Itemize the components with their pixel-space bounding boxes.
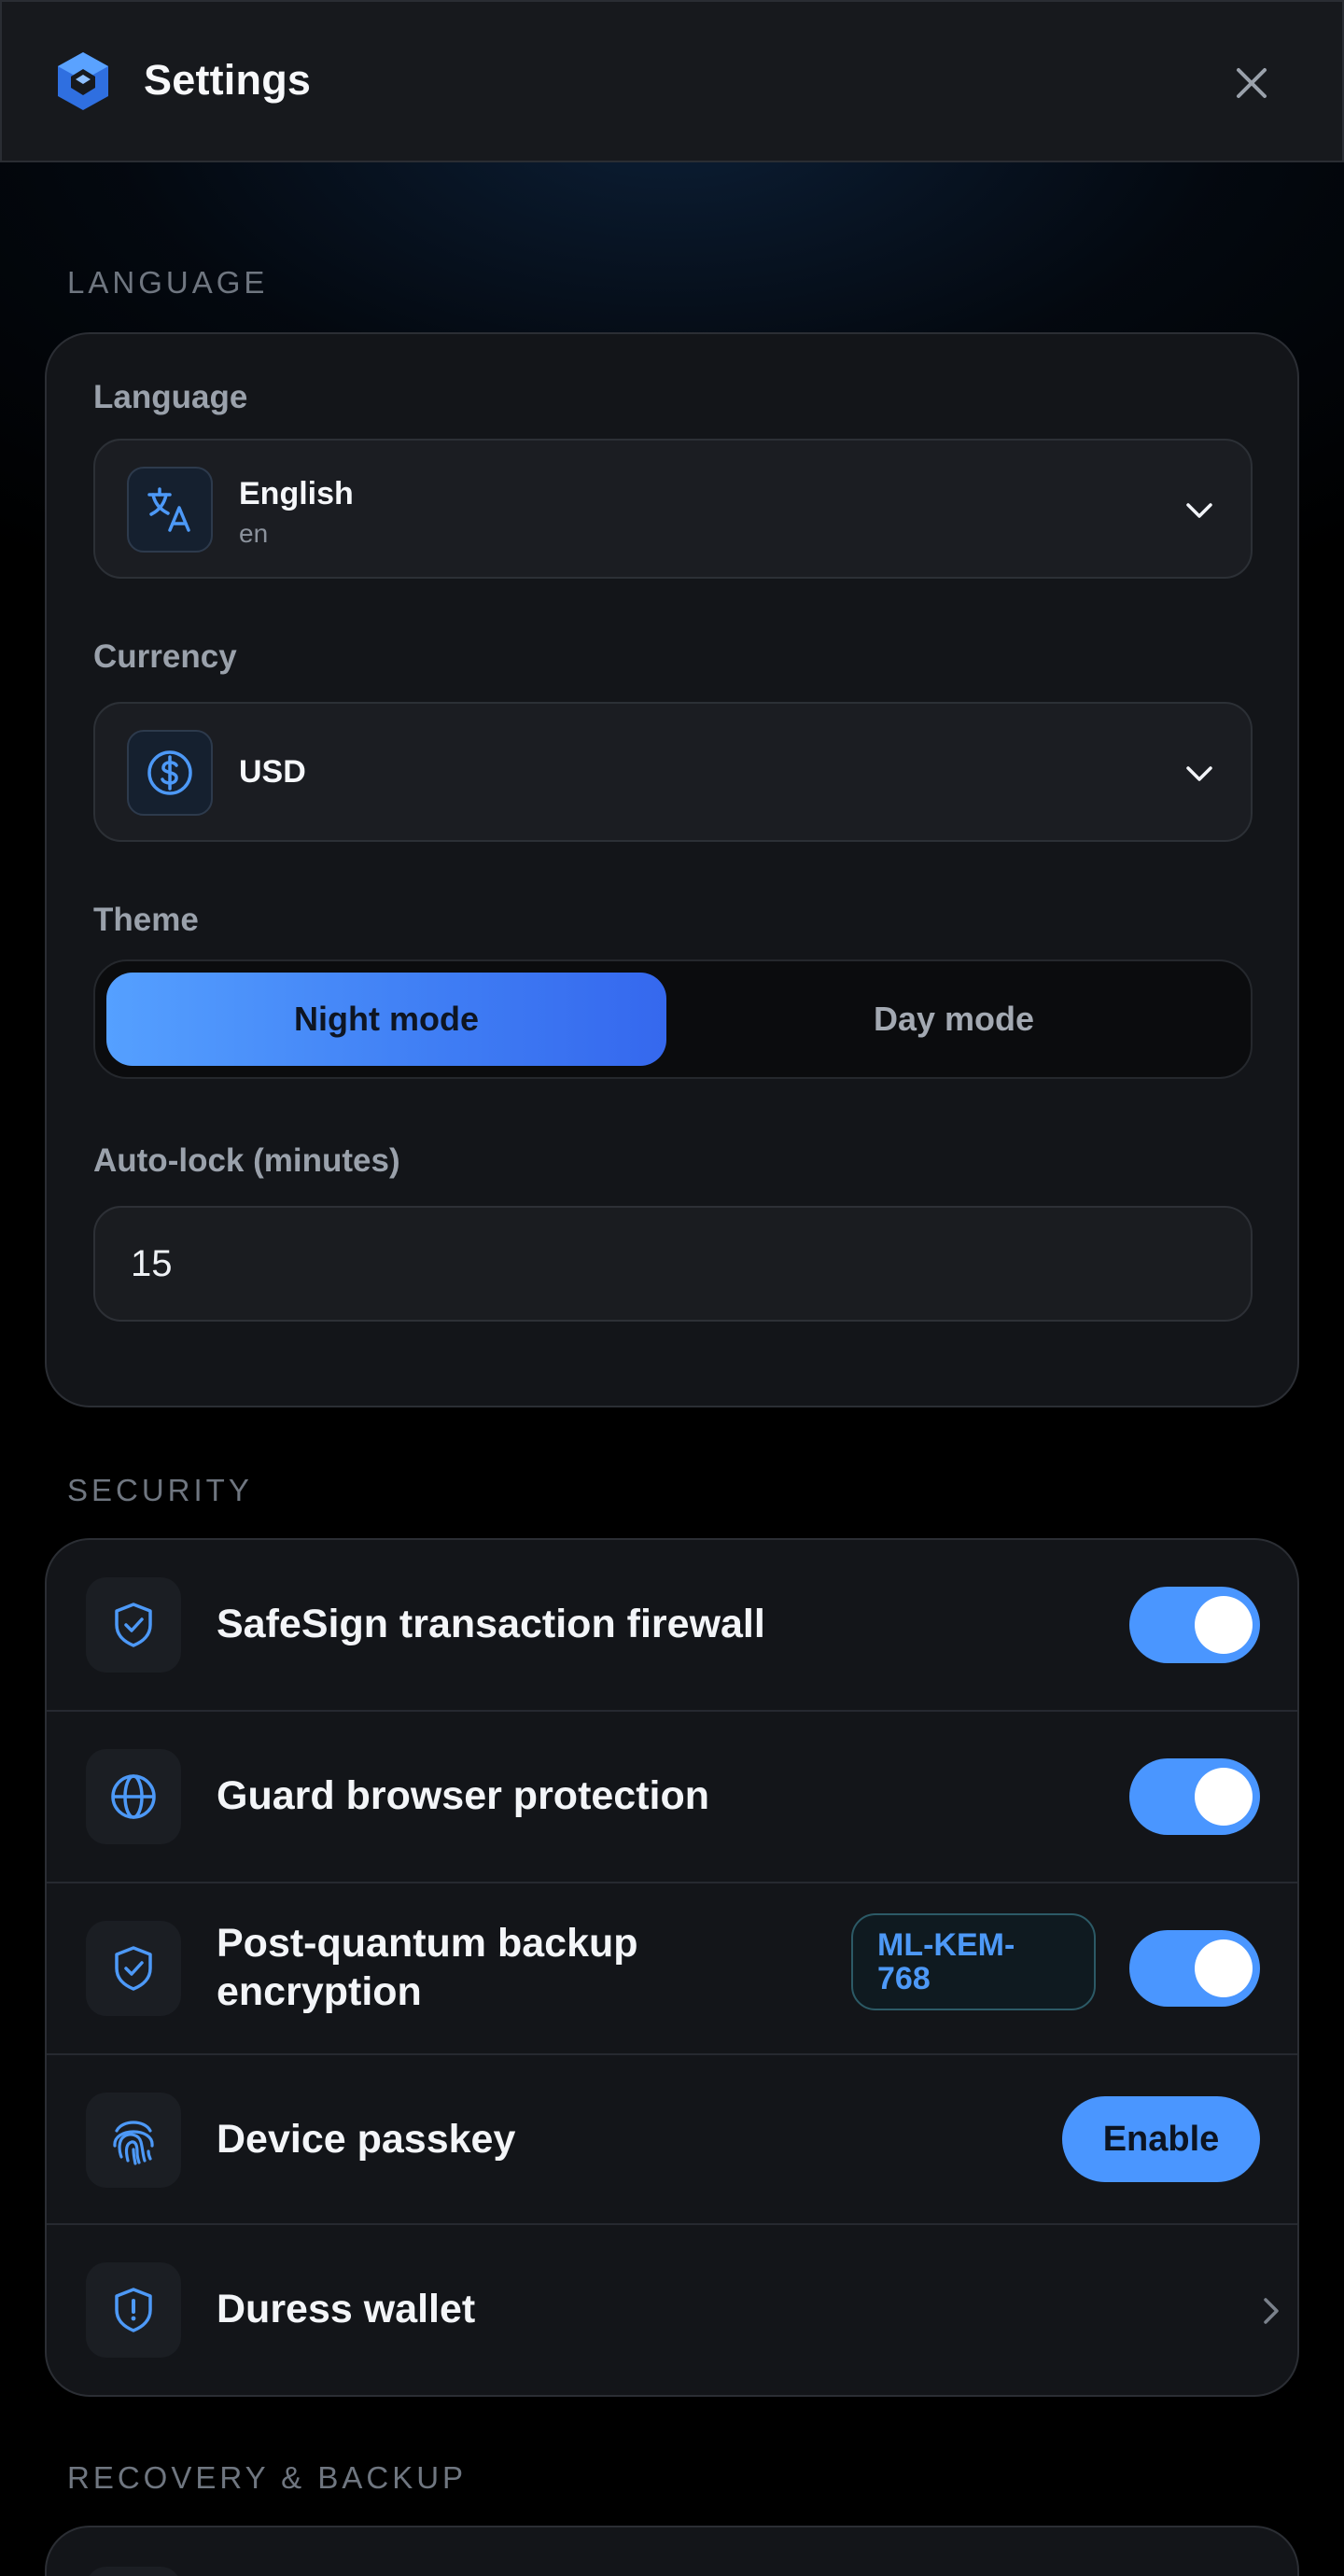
duress-label: Duress wallet bbox=[217, 2287, 476, 2331]
chevron-right-icon bbox=[1260, 2294, 1282, 2328]
currency-field-label: Currency bbox=[93, 638, 237, 675]
shield-check-icon bbox=[86, 1921, 181, 2016]
security-row-guard: Guard browser protection bbox=[47, 1710, 1297, 1880]
close-button[interactable] bbox=[1219, 56, 1284, 110]
toggle-knob bbox=[1195, 1596, 1253, 1654]
post-quantum-label-line2: encryption bbox=[217, 1969, 422, 2014]
security-card: SafeSign transaction firewall Guard brow… bbox=[45, 1538, 1299, 2397]
guard-label: Guard browser protection bbox=[217, 1773, 710, 1818]
fingerprint-icon bbox=[86, 2093, 181, 2188]
toggle-knob bbox=[1195, 1768, 1253, 1826]
post-quantum-toggle[interactable] bbox=[1129, 1930, 1260, 2007]
badge-line1: ML-KEM- bbox=[877, 1927, 1015, 1963]
safesign-toggle[interactable] bbox=[1129, 1587, 1260, 1663]
theme-option-day[interactable]: Day mode bbox=[666, 973, 1241, 1066]
shield-check-icon bbox=[86, 1577, 181, 1673]
safesign-label: SafeSign transaction firewall bbox=[217, 1602, 765, 1646]
toggle-knob bbox=[1195, 1939, 1253, 1997]
post-quantum-label: Post-quantum backup encryption bbox=[217, 1919, 638, 2016]
security-row-passkey: Device passkey Enable bbox=[47, 2053, 1297, 2223]
currency-selected: USD bbox=[239, 754, 306, 790]
currency-select[interactable]: USD bbox=[93, 702, 1253, 842]
recovery-card bbox=[45, 2526, 1299, 2576]
language-selected-name: English bbox=[239, 476, 354, 511]
language-card: Language English en Currency USD Theme N… bbox=[45, 332, 1299, 1407]
app-logo-icon bbox=[56, 50, 110, 112]
section-label-security: SECURITY bbox=[67, 1473, 253, 1507]
dollar-circle-icon bbox=[127, 730, 213, 816]
security-row-safesign: SafeSign transaction firewall bbox=[47, 1540, 1297, 1710]
security-row-duress[interactable]: Duress wallet bbox=[47, 2223, 1297, 2395]
algorithm-badge: ML-KEM- 768 bbox=[851, 1913, 1096, 2010]
security-row-post-quantum: Post-quantum backup encryption ML-KEM- 7… bbox=[47, 1882, 1297, 2053]
page-title: Settings bbox=[144, 56, 312, 104]
language-field-label: Language bbox=[93, 379, 248, 415]
enable-passkey-button[interactable]: Enable bbox=[1062, 2096, 1260, 2182]
post-quantum-label-line1: Post-quantum backup bbox=[217, 1921, 638, 1966]
settings-header: Settings bbox=[0, 0, 1344, 162]
theme-field-label: Theme bbox=[93, 902, 199, 938]
auto-lock-field-label: Auto-lock (minutes) bbox=[93, 1142, 400, 1179]
recovery-row-icon bbox=[86, 2567, 181, 2576]
shield-alert-icon bbox=[86, 2262, 181, 2358]
theme-toggle: Night mode Day mode bbox=[93, 959, 1253, 1079]
badge-line2: 768 bbox=[877, 1961, 931, 1996]
language-select[interactable]: English en bbox=[93, 439, 1253, 579]
passkey-label: Device passkey bbox=[217, 2117, 516, 2162]
chevron-down-icon bbox=[1183, 758, 1215, 790]
chevron-down-icon bbox=[1183, 495, 1215, 526]
section-label-language: LANGUAGE bbox=[67, 265, 269, 300]
translate-icon bbox=[127, 467, 213, 553]
guard-toggle[interactable] bbox=[1129, 1758, 1260, 1835]
auto-lock-input[interactable] bbox=[93, 1206, 1253, 1322]
section-label-recovery: RECOVERY & BACKUP bbox=[67, 2460, 468, 2495]
language-selected-code: en bbox=[239, 519, 269, 548]
theme-option-night[interactable]: Night mode bbox=[106, 973, 666, 1066]
globe-icon bbox=[86, 1749, 181, 1844]
close-icon bbox=[1237, 68, 1267, 98]
